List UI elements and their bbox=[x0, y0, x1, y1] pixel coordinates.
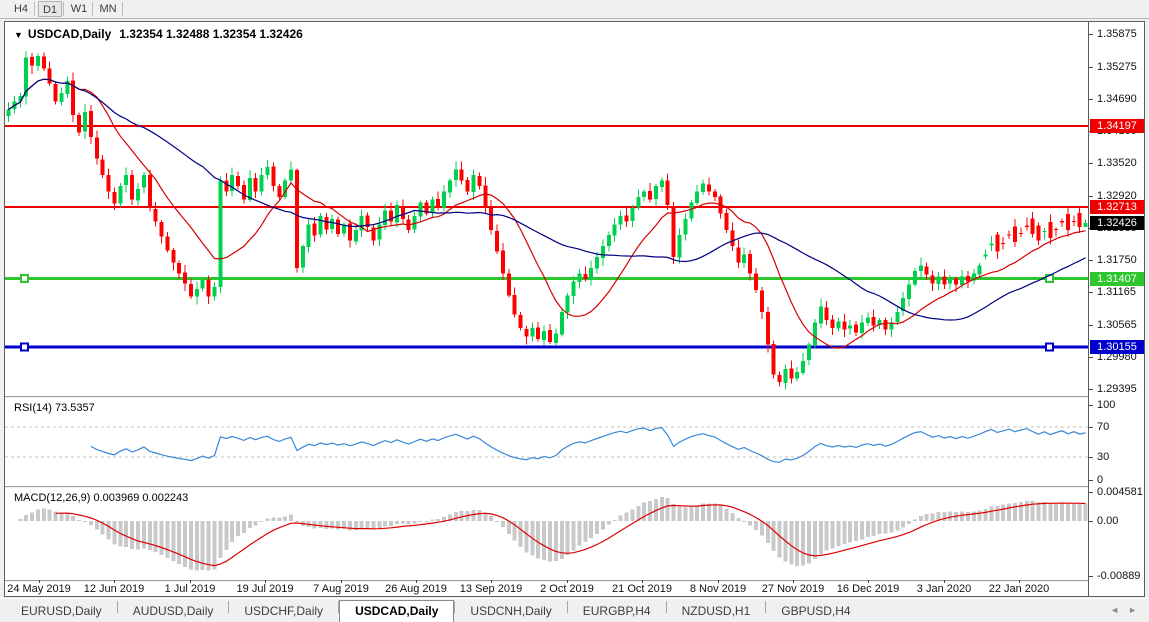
axis-tick bbox=[1089, 480, 1093, 481]
date-axis[interactable]: 24 May 2019 12 Jun 2019 1 Jul 2019 19 Jul 2… bbox=[5, 582, 1088, 596]
date-label: 7 Aug 2019 bbox=[313, 583, 369, 595]
date-label: 27 Nov 2019 bbox=[762, 583, 824, 595]
axis-tick bbox=[1089, 521, 1093, 522]
tab-gbpusd-h4[interactable]: GBPUSD,H4 bbox=[766, 601, 865, 622]
level-price-badge: 1.31407 bbox=[1090, 272, 1144, 286]
axis-tick bbox=[1089, 260, 1093, 261]
axis-tick bbox=[1089, 389, 1093, 390]
date-label: 12 Jun 2019 bbox=[84, 583, 145, 595]
date-label: 24 May 2019 bbox=[7, 583, 71, 595]
tab-usdcad-daily[interactable]: USDCAD,Daily bbox=[339, 600, 454, 622]
macd-tick-label: 0.004581 bbox=[1097, 487, 1143, 498]
toolbar-separator bbox=[92, 2, 93, 16]
hline-1.32713[interactable] bbox=[5, 206, 1088, 208]
axis-tick bbox=[1089, 427, 1093, 428]
tab-scroll-left-icon[interactable]: ◄ bbox=[1110, 605, 1119, 615]
chart-title: ▼ USDCAD,Daily 1.32354 1.32488 1.32354 1.3… bbox=[14, 27, 303, 41]
hline-1.34197[interactable] bbox=[5, 125, 1088, 127]
price-tick-label: 1.31165 bbox=[1097, 287, 1136, 298]
rsi-plot[interactable] bbox=[5, 398, 1088, 486]
symbol-tab-bar: EURUSD,DailyAUDUSD,DailyUSDCHF,DailyUSDC… bbox=[0, 598, 1149, 621]
chart-symbol-label: USDCAD,Daily bbox=[28, 27, 111, 41]
macd-pane[interactable]: MACD(12,26,9) 0.003969 0.002243 bbox=[5, 488, 1088, 580]
hline-1.30155[interactable] bbox=[5, 346, 1088, 349]
timeframe-button-MN[interactable]: MN bbox=[96, 1, 120, 17]
tab-scroll-right-icon[interactable]: ► bbox=[1128, 605, 1137, 615]
hline-handle[interactable] bbox=[21, 344, 28, 351]
timeframe-button-D1[interactable]: D1 bbox=[38, 1, 62, 17]
level-price-badge: 1.34197 bbox=[1090, 119, 1144, 133]
date-label: 21 Oct 2019 bbox=[612, 583, 672, 595]
axis-tick bbox=[1089, 163, 1093, 164]
tab-usdcnh-daily[interactable]: USDCNH,Daily bbox=[455, 601, 566, 622]
tab-usdchf-daily[interactable]: USDCHF,Daily bbox=[229, 601, 338, 622]
rsi-tick-label: 70 bbox=[1097, 422, 1109, 433]
tab-eurusd-daily[interactable]: EURUSD,Daily bbox=[6, 601, 117, 622]
timeframe-button-W1[interactable]: W1 bbox=[67, 1, 91, 17]
axis-tick bbox=[1089, 34, 1093, 35]
date-label: 16 Dec 2019 bbox=[837, 583, 899, 595]
hline-handle[interactable] bbox=[1046, 344, 1053, 351]
axis-tick bbox=[1089, 196, 1093, 197]
axis-tick bbox=[1089, 99, 1093, 100]
chart-dropdown-arrow-icon[interactable]: ▼ bbox=[14, 30, 23, 40]
date-label: 26 Aug 2019 bbox=[385, 583, 447, 595]
toolbar-separator bbox=[34, 2, 35, 16]
timeframe-toolbar: H4D1 W1 MN bbox=[0, 0, 1149, 19]
rsi-tick-label: 0 bbox=[1097, 475, 1103, 486]
toolbar-separator bbox=[122, 2, 123, 16]
axis-tick bbox=[1089, 457, 1093, 458]
level-price-badge: 1.32713 bbox=[1090, 200, 1144, 214]
macd-label: MACD(12,26,9) 0.003969 0.002243 bbox=[14, 492, 188, 504]
date-label: 8 Nov 2019 bbox=[690, 583, 746, 595]
price-axis[interactable]: 1.358751.352751.346901.341051.335201.329… bbox=[1088, 22, 1144, 596]
axis-tick bbox=[1089, 492, 1093, 493]
price-tick-label: 1.33520 bbox=[1097, 158, 1137, 169]
macd-tick-label: -0.00889 bbox=[1097, 571, 1140, 582]
date-label: 19 Jul 2019 bbox=[237, 583, 294, 595]
axis-tick bbox=[1089, 576, 1093, 577]
date-label: 13 Sep 2019 bbox=[460, 583, 522, 595]
rsi-tick-label: 100 bbox=[1097, 400, 1115, 411]
tab-nzdusd-h1[interactable]: NZDUSD,H1 bbox=[667, 601, 766, 622]
price-tick-label: 1.30565 bbox=[1097, 320, 1137, 331]
chart-window: ▼ USDCAD,Daily 1.32354 1.32488 1.32354 1.3… bbox=[4, 21, 1145, 597]
tab-strip: EURUSD,DailyAUDUSD,DailyUSDCHF,DailyUSDC… bbox=[6, 599, 866, 622]
rsi-tick-label: 30 bbox=[1097, 452, 1109, 463]
axis-tick bbox=[1089, 405, 1093, 406]
toolbar-separator bbox=[63, 2, 64, 16]
tab-audusd-daily[interactable]: AUDUSD,Daily bbox=[118, 601, 229, 622]
hline-handle[interactable] bbox=[21, 275, 28, 282]
chart-ohlc-values: 1.32354 1.32488 1.32354 1.32426 bbox=[119, 27, 303, 41]
rsi-pane[interactable]: RSI(14) 73.5357 bbox=[5, 398, 1088, 486]
date-label: 3 Jan 2020 bbox=[917, 583, 971, 595]
rsi-label: RSI(14) 73.5357 bbox=[14, 402, 95, 414]
timeframe-button-H4[interactable]: H4 bbox=[8, 1, 34, 17]
macd-tick-label: 0.00 bbox=[1097, 516, 1118, 527]
axis-tick bbox=[1089, 325, 1093, 326]
price-tick-label: 1.31750 bbox=[1097, 255, 1137, 266]
axis-tick bbox=[1089, 67, 1093, 68]
current-price-badge: 1.32426 bbox=[1090, 216, 1144, 230]
axis-tick bbox=[1089, 292, 1093, 293]
date-label: 2 Oct 2019 bbox=[540, 583, 594, 595]
price-tick-label: 1.35875 bbox=[1097, 29, 1137, 40]
axis-tick bbox=[1089, 357, 1093, 358]
candlestick-plot[interactable] bbox=[5, 22, 1088, 396]
price-tick-label: 1.34690 bbox=[1097, 94, 1137, 105]
date-label: 1 Jul 2019 bbox=[165, 583, 216, 595]
price-tick-label: 1.29395 bbox=[1097, 384, 1137, 395]
date-label: 22 Jan 2020 bbox=[989, 583, 1050, 595]
price-pane[interactable]: ▼ USDCAD,Daily 1.32354 1.32488 1.32354 1.3… bbox=[5, 22, 1088, 396]
price-tick-label: 1.35275 bbox=[1097, 62, 1137, 73]
hline-1.31407[interactable] bbox=[5, 277, 1088, 280]
tab-eurgbp-h4[interactable]: EURGBP,H4 bbox=[568, 601, 666, 622]
level-price-badge: 1.30155 bbox=[1090, 340, 1144, 354]
